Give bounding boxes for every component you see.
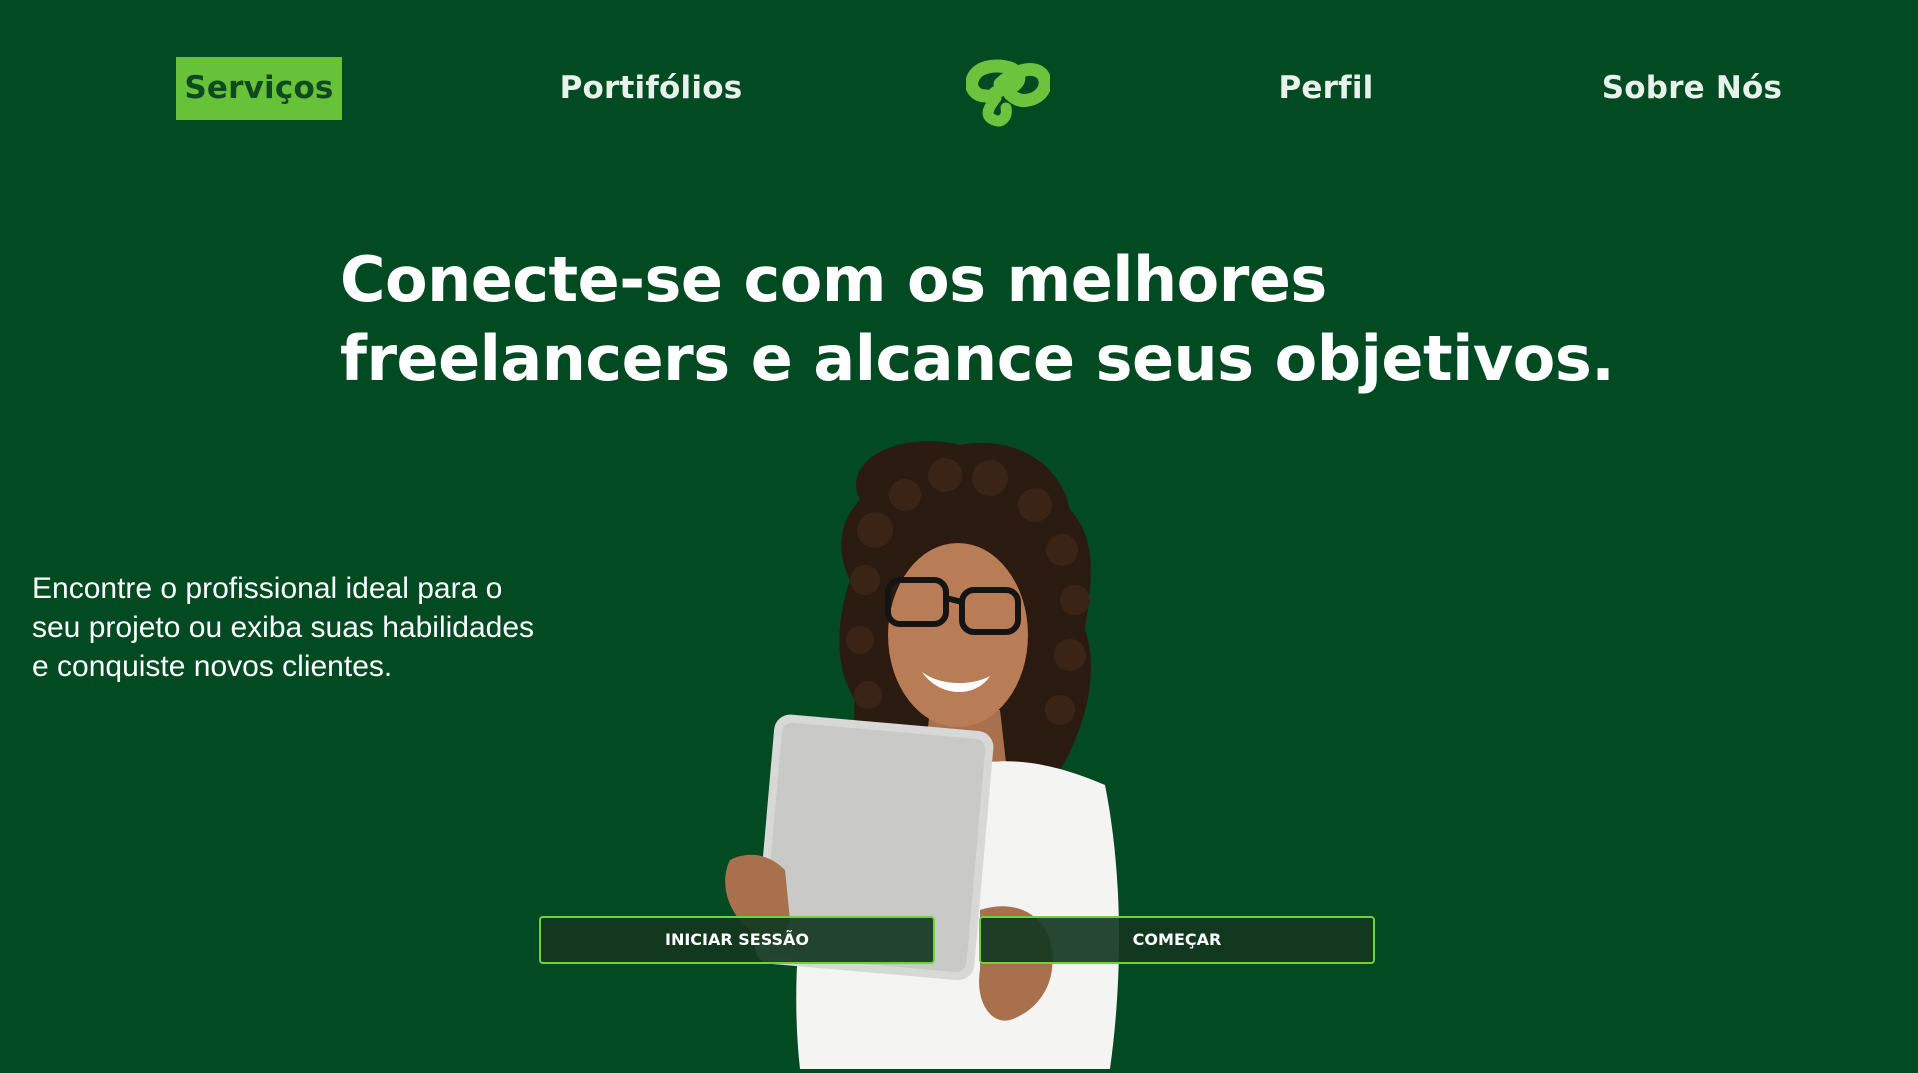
hero-headline-line2: freelancers e alcance seus objetivos. (340, 322, 1615, 395)
hero-headline-line1: Conecte-se com os melhores (340, 243, 1327, 316)
nav-item-perfil[interactable]: Perfil (1266, 57, 1386, 120)
woman-with-tablet-photo (690, 440, 1210, 1069)
top-navigation: Serviços Portifólios Perfil Sobre Nós (0, 0, 1918, 180)
login-button[interactable]: INICIAR SESSÃO (539, 916, 935, 964)
nav-item-sobre-nos[interactable]: Sobre Nós (1590, 57, 1794, 120)
hero-headline: Conecte-se com os melhores freelancers e… (340, 240, 1640, 398)
start-button[interactable]: COMEÇAR (979, 916, 1375, 964)
link-loop-logo-icon[interactable] (965, 54, 1052, 128)
hero-subtext: Encontre o profissional ideal para o seu… (32, 572, 535, 683)
nav-item-servicos[interactable]: Serviços (176, 57, 342, 120)
nav-item-portfolios[interactable]: Portifólios (548, 57, 754, 120)
